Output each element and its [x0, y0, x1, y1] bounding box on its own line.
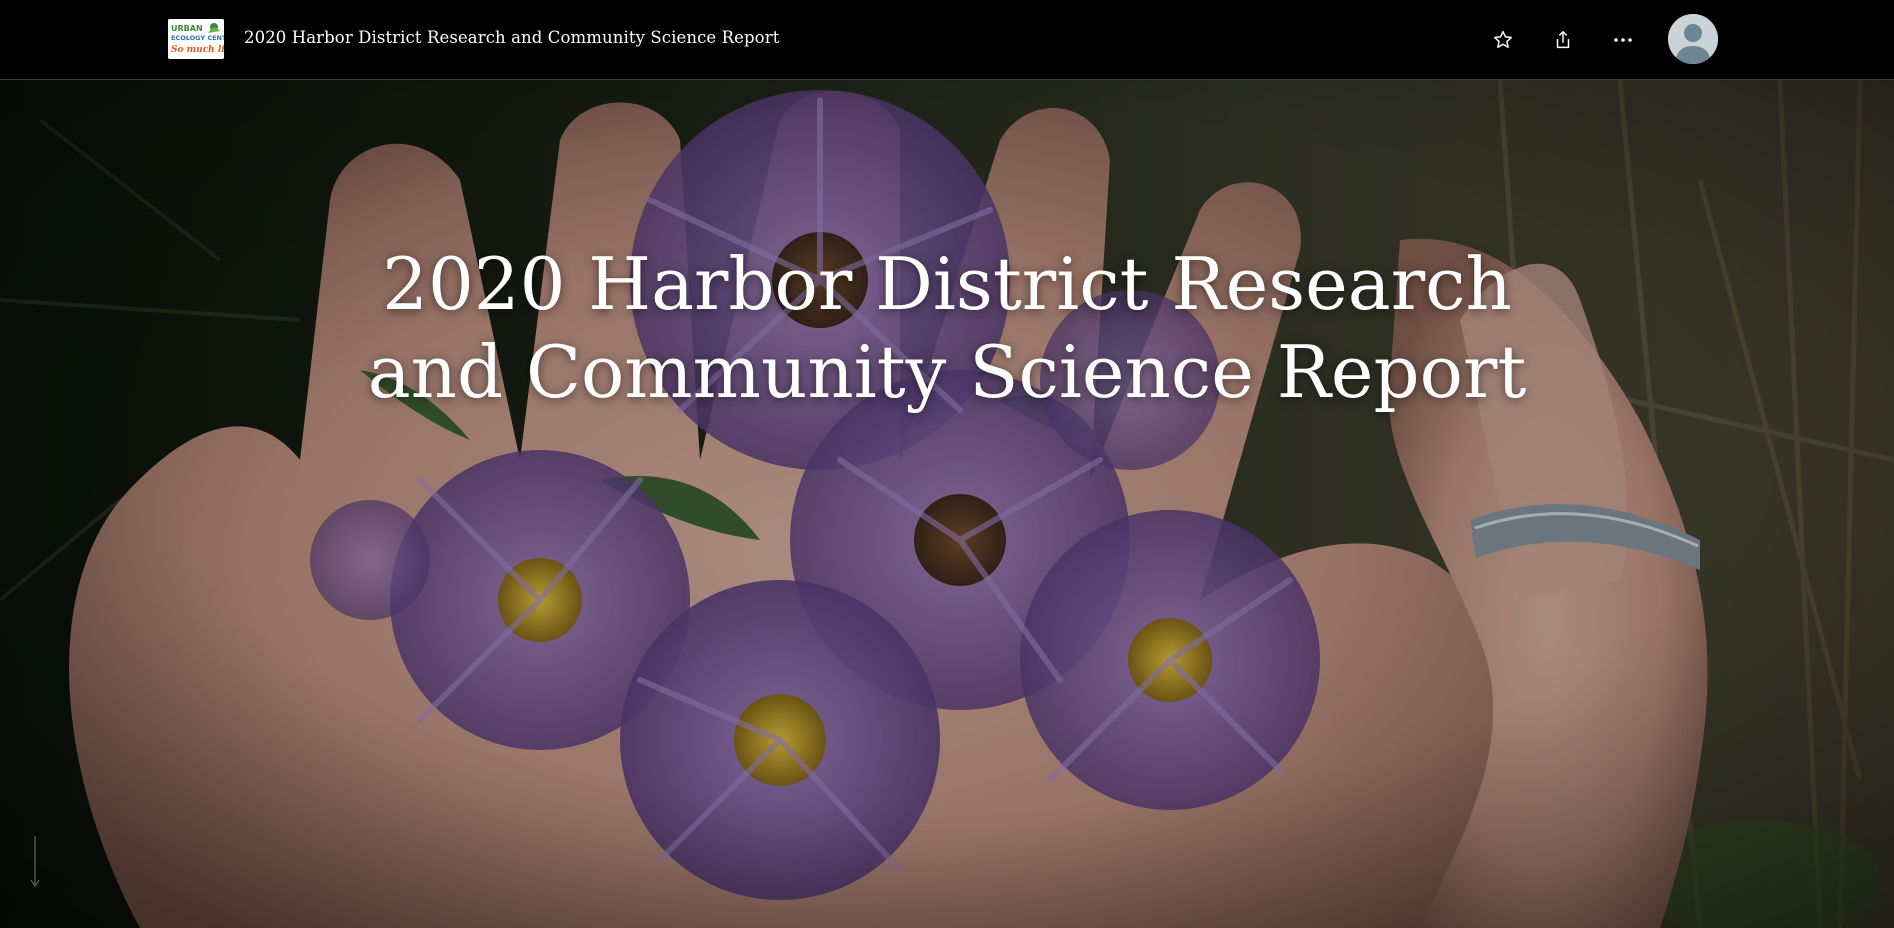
share-icon [1556, 31, 1570, 49]
more-icon [1614, 38, 1632, 42]
more-options-button[interactable] [1605, 22, 1641, 58]
svg-text:So much life.: So much life. [171, 45, 224, 55]
favorite-button[interactable] [1485, 22, 1521, 58]
share-button[interactable] [1545, 22, 1581, 58]
user-icon [1668, 14, 1718, 64]
cover-section: 2020 Harbor District Research and Commun… [0, 80, 1894, 928]
user-avatar[interactable] [1668, 14, 1718, 64]
top-bar: URBAN ECOLOGY CENTER So much life. 2020 … [0, 0, 1894, 80]
scroll-down-indicator[interactable] [30, 836, 40, 892]
cover-title: 2020 Harbor District Research and Commun… [367, 242, 1527, 414]
story-title: 2020 Harbor District Research and Commun… [244, 28, 780, 47]
cover-photo-hands-holding-asters [0, 80, 1894, 928]
svg-text:URBAN: URBAN [171, 24, 203, 33]
star-icon [1494, 30, 1512, 48]
svg-text:ECOLOGY CENTER: ECOLOGY CENTER [171, 34, 224, 42]
urban-ecology-center-logo[interactable]: URBAN ECOLOGY CENTER So much life. [168, 19, 224, 59]
